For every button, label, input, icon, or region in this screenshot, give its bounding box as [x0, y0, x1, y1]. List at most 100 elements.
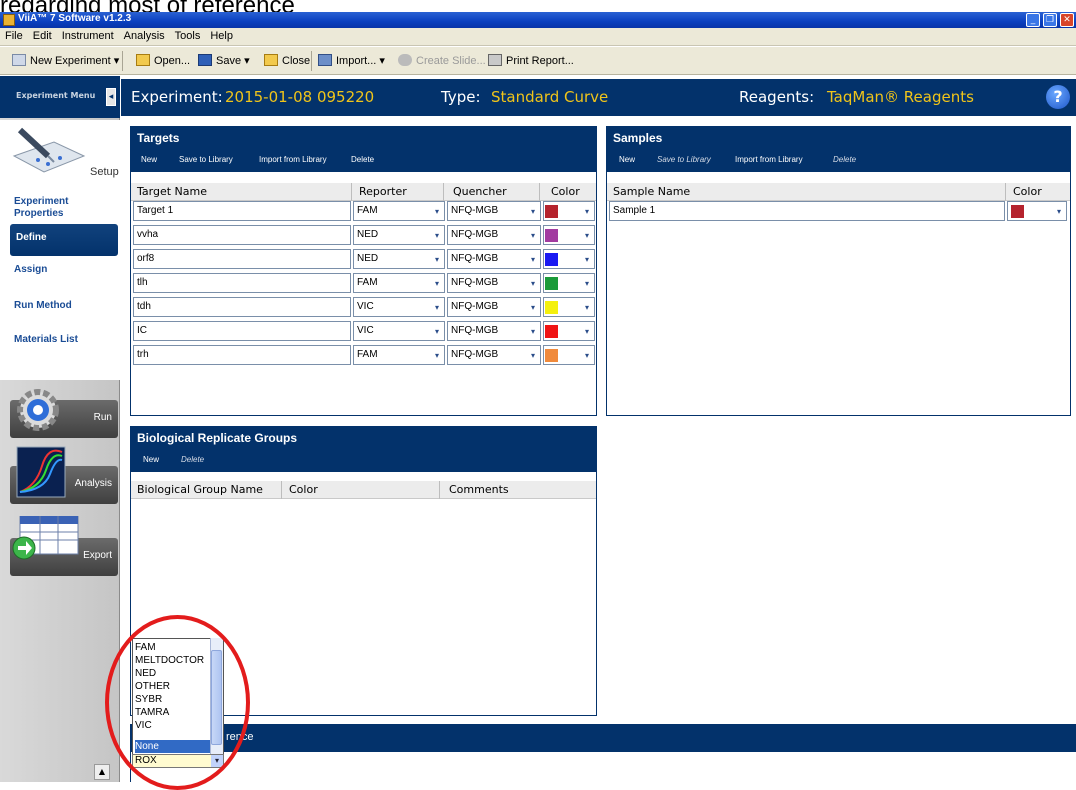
col-bio-color[interactable]: Color [289, 483, 318, 496]
col-bio-group-name[interactable]: Biological Group Name [137, 483, 263, 496]
targets-import-library-button[interactable]: Import from Library [259, 155, 327, 164]
close-button[interactable]: Close [264, 54, 310, 67]
target-name-cell[interactable]: vvha [133, 225, 351, 245]
col-target-name[interactable]: Target Name [137, 185, 207, 198]
table-row[interactable]: trh FAM ▾ NFQ-MGB ▾ ▾ [133, 345, 595, 365]
chevron-down-icon[interactable]: ▾ [528, 301, 538, 315]
target-color-cell[interactable]: ▾ [543, 201, 595, 221]
menu-analysis[interactable]: Analysis [119, 28, 170, 42]
chevron-down-icon[interactable]: ▾ [432, 205, 442, 219]
reporter-cell[interactable]: FAM ▾ [353, 345, 445, 365]
target-name-cell[interactable]: orf8 [133, 249, 351, 269]
close-window-icon[interactable]: ✕ [1060, 13, 1074, 27]
target-name-cell[interactable]: tdh [133, 297, 351, 317]
table-row[interactable]: Sample 1 ▾ [609, 201, 1068, 221]
target-color-cell[interactable]: ▾ [543, 273, 595, 293]
reporter-cell[interactable]: FAM ▾ [353, 201, 445, 221]
reporter-cell[interactable]: FAM ▾ [353, 273, 445, 293]
col-quencher[interactable]: Quencher [453, 185, 507, 198]
collapse-sidebar-icon[interactable]: ◂ [106, 88, 116, 106]
target-name-cell[interactable]: trh [133, 345, 351, 365]
chevron-down-icon[interactable]: ▾ [582, 253, 592, 267]
menu-file[interactable]: File [0, 28, 28, 42]
quencher-cell[interactable]: NFQ-MGB ▾ [447, 297, 541, 317]
sample-color-cell[interactable]: ▾ [1007, 201, 1067, 221]
chevron-down-icon[interactable]: ▾ [528, 277, 538, 291]
chevron-down-icon[interactable]: ▾ [582, 229, 592, 243]
quencher-cell[interactable]: NFQ-MGB ▾ [447, 249, 541, 269]
target-color-cell[interactable]: ▾ [543, 297, 595, 317]
print-report-button[interactable]: Print Report... [488, 54, 574, 67]
col-reporter[interactable]: Reporter [359, 185, 407, 198]
table-row[interactable]: tlh FAM ▾ NFQ-MGB ▾ ▾ [133, 273, 595, 293]
table-row[interactable]: IC VIC ▾ NFQ-MGB ▾ ▾ [133, 321, 595, 341]
table-row[interactable]: tdh VIC ▾ NFQ-MGB ▾ ▾ [133, 297, 595, 317]
scroll-up-icon[interactable]: ▲ [94, 764, 110, 780]
target-name-cell[interactable]: IC [133, 321, 351, 341]
nav-experiment-properties[interactable]: Experiment Properties [14, 196, 104, 220]
menu-help[interactable]: Help [205, 28, 238, 42]
target-name-cell[interactable]: tlh [133, 273, 351, 293]
quencher-cell[interactable]: NFQ-MGB ▾ [447, 225, 541, 245]
quencher-cell[interactable]: NFQ-MGB ▾ [447, 345, 541, 365]
col-sample-name[interactable]: Sample Name [613, 185, 690, 198]
chevron-down-icon[interactable]: ▾ [528, 325, 538, 339]
chevron-down-icon[interactable]: ▾ [582, 325, 592, 339]
menu-tools[interactable]: Tools [170, 28, 206, 42]
export-button[interactable]: Export [10, 516, 118, 576]
quencher-cell[interactable]: NFQ-MGB ▾ [447, 321, 541, 341]
chevron-down-icon[interactable]: ▾ [528, 205, 538, 219]
target-color-cell[interactable]: ▾ [543, 249, 595, 269]
bio-new-button[interactable]: New [143, 455, 159, 464]
samples-new-button[interactable]: New [619, 155, 635, 164]
nav-define[interactable]: Define [10, 224, 118, 256]
menu-edit[interactable]: Edit [28, 28, 57, 42]
samples-import-library-button[interactable]: Import from Library [735, 155, 803, 164]
chevron-down-icon[interactable]: ▾ [432, 277, 442, 291]
target-color-cell[interactable]: ▾ [543, 321, 595, 341]
col-color[interactable]: Color [551, 185, 580, 198]
table-row[interactable]: vvha NED ▾ NFQ-MGB ▾ ▾ [133, 225, 595, 245]
chevron-down-icon[interactable]: ▾ [432, 253, 442, 267]
samples-save-library-button[interactable]: Save to Library [657, 155, 711, 164]
chevron-down-icon[interactable]: ▾ [582, 205, 592, 219]
reporter-cell[interactable]: NED ▾ [353, 249, 445, 269]
chevron-down-icon[interactable]: ▾ [582, 277, 592, 291]
nav-materials-list[interactable]: Materials List [14, 334, 78, 346]
menu-instrument[interactable]: Instrument [57, 28, 119, 42]
col-sample-color[interactable]: Color [1013, 185, 1042, 198]
reporter-cell[interactable]: VIC ▾ [353, 321, 445, 341]
bio-delete-button[interactable]: Delete [181, 455, 204, 464]
targets-save-library-button[interactable]: Save to Library [179, 155, 233, 164]
chevron-down-icon[interactable]: ▾ [432, 349, 442, 363]
new-experiment-button[interactable]: New Experiment ▾ [12, 54, 119, 67]
setup-label[interactable]: Setup [90, 166, 119, 178]
table-row[interactable]: orf8 NED ▾ NFQ-MGB ▾ ▾ [133, 249, 595, 269]
chevron-down-icon[interactable]: ▾ [582, 301, 592, 315]
nav-assign[interactable]: Assign [14, 264, 47, 276]
nav-run-method[interactable]: Run Method [14, 300, 72, 312]
chevron-down-icon[interactable]: ▾ [432, 229, 442, 243]
samples-delete-button[interactable]: Delete [833, 155, 856, 164]
chevron-down-icon[interactable]: ▾ [528, 349, 538, 363]
chevron-down-icon[interactable]: ▾ [528, 229, 538, 243]
reporter-cell[interactable]: NED ▾ [353, 225, 445, 245]
save-button[interactable]: Save ▾ [198, 54, 250, 67]
restore-icon[interactable]: ❐ [1043, 13, 1057, 27]
target-color-cell[interactable]: ▾ [543, 225, 595, 245]
create-slide-button[interactable]: Create Slide... [398, 54, 486, 67]
minimize-icon[interactable]: _ [1026, 13, 1040, 27]
quencher-cell[interactable]: NFQ-MGB ▾ [447, 201, 541, 221]
target-color-cell[interactable]: ▾ [543, 345, 595, 365]
table-row[interactable]: Target 1 FAM ▾ NFQ-MGB ▾ ▾ [133, 201, 595, 221]
col-bio-comments[interactable]: Comments [449, 483, 509, 496]
targets-delete-button[interactable]: Delete [351, 155, 374, 164]
sample-name-cell[interactable]: Sample 1 [609, 201, 1005, 221]
reporter-cell[interactable]: VIC ▾ [353, 297, 445, 317]
help-icon[interactable]: ? [1046, 85, 1070, 109]
targets-new-button[interactable]: New [141, 155, 157, 164]
target-name-cell[interactable]: Target 1 [133, 201, 351, 221]
chevron-down-icon[interactable]: ▾ [432, 301, 442, 315]
open-button[interactable]: Open... [136, 54, 190, 67]
chevron-down-icon[interactable]: ▾ [432, 325, 442, 339]
